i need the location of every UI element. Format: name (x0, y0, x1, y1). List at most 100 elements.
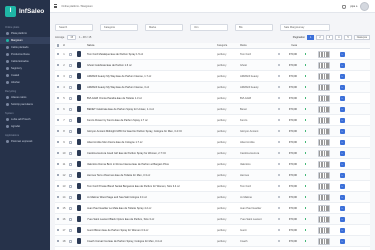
sidebar-item[interactable]: Productos Rana (0, 51, 50, 58)
product-name[interactable]: Tom Ford Private Blend Santal Bergamot E… (85, 185, 217, 188)
favorite-icon[interactable] (68, 129, 72, 133)
table-row[interactable]: 18 Coach Corsair Ice Eau de Parfum Spray,… (55, 236, 370, 247)
table-row[interactable]: 16 Yves Saint Laurent Black Opium Eau de … (55, 214, 370, 225)
favorite-icon[interactable] (68, 140, 72, 144)
row-checkbox[interactable] (56, 239, 60, 243)
product-name[interactable]: BVLGARI Omnia Paraiba Eau de Toilette 1.… (85, 97, 217, 100)
table-row[interactable]: 8 Gloryon Ancient Midnight M/W For Eau De… (55, 126, 370, 137)
sidebar-item[interactable]: Segintory (0, 65, 50, 72)
favorite-icon[interactable] (68, 52, 72, 56)
status-toggle[interactable] (277, 63, 281, 67)
table-row[interactable]: 2 Ghost Celebrate Eau de Parfum 1.6 oz per… (55, 60, 370, 71)
status-toggle[interactable] (277, 74, 281, 78)
status-toggle[interactable] (277, 228, 281, 232)
price-from-field[interactable]: Von (190, 24, 228, 31)
row-checkbox[interactable] (56, 173, 60, 177)
product-name[interactable]: Carolina Herrera Good Girl Eau de Parfum… (85, 152, 217, 155)
status-toggle[interactable] (277, 52, 281, 56)
table-row[interactable]: 15 Jean Paul Gaultier Le Male Eau de Toil… (55, 203, 370, 214)
row-checkbox[interactable] (56, 52, 60, 56)
edit-icon[interactable]: › (339, 62, 345, 68)
sidebar-item[interactable]: Postman expressit (0, 138, 50, 145)
row-checkbox[interactable] (56, 217, 60, 221)
product-name[interactable]: Abercrombie Men Fierce Eau de Cologne 1.… (85, 141, 217, 144)
table-row[interactable]: 12 Hermes Terre d'Hermes Eau de Toilette … (55, 170, 370, 181)
favorite-icon[interactable] (68, 96, 72, 100)
edit-icon[interactable]: › (339, 194, 345, 200)
status-toggle[interactable] (277, 162, 281, 166)
header-category[interactable]: Kategoria (217, 44, 240, 47)
product-name[interactable]: Valentino Donna Born in Roma Intense Eau… (85, 163, 217, 166)
header-name[interactable]: Nazwa (85, 44, 217, 47)
favorite-icon[interactable] (68, 118, 72, 122)
page-button[interactable]: 2 (316, 34, 324, 40)
row-checkbox[interactable] (56, 85, 60, 89)
table-row[interactable]: 5 BVLGARI Omnia Paraiba Eau de Toilette 1… (55, 93, 370, 104)
edit-icon[interactable]: › (339, 84, 345, 90)
row-checkbox[interactable] (56, 206, 60, 210)
favorite-icon[interactable] (68, 151, 72, 155)
sidebar-item[interactable]: Solotrip pacculams (0, 101, 50, 108)
row-checkbox[interactable] (56, 118, 60, 122)
product-name[interactable]: Gloryon Ancient Midnight M/W For Eau De … (85, 130, 217, 133)
table-row[interactable]: 17 Gucci Bloom Eau de Parfum Spray for Wo… (55, 225, 370, 236)
row-checkbox[interactable] (56, 63, 60, 67)
row-checkbox[interactable] (56, 162, 60, 166)
table-row[interactable]: 1 Tom Ford Metalique Eau de Parfum Spray … (55, 49, 370, 60)
edit-icon[interactable]: › (339, 51, 345, 57)
product-name[interactable]: Jo Malone Wood Sage and Sea Salt Cologne… (85, 196, 217, 199)
next-page-button[interactable]: Nastepna (353, 34, 370, 40)
header-price[interactable]: Cena (283, 44, 299, 47)
search-input[interactable]: Search (55, 24, 93, 31)
table-row[interactable]: 6 BENET Celebrate Eau de Parfum Spray for… (55, 104, 370, 115)
favorite-icon[interactable] (68, 206, 72, 210)
status-toggle[interactable] (277, 118, 281, 122)
price-to-field[interactable]: Bis (235, 24, 273, 31)
product-name[interactable]: Coach Corsair Ice Eau de Parfum Spray, C… (85, 240, 217, 243)
edit-icon[interactable]: › (339, 106, 345, 112)
sidebar-item[interactable]: Aborlan (0, 79, 50, 86)
status-filter[interactable]: Sale Margotumay (280, 24, 330, 31)
edit-icon[interactable]: › (339, 128, 345, 134)
favorite-icon[interactable] (68, 107, 72, 111)
product-name[interactable]: ARMANI beauty My Way Eau de Parfum Inten… (85, 86, 217, 89)
avatar[interactable] (360, 2, 369, 11)
row-checkbox[interactable] (56, 195, 60, 199)
favorite-icon[interactable] (68, 173, 72, 177)
row-checkbox[interactable] (56, 107, 60, 111)
per-page-select[interactable]: 15 (67, 34, 77, 40)
status-toggle[interactable] (277, 85, 281, 89)
product-name[interactable]: ARMANI beauty My Way Eau de Parfum Inten… (85, 75, 217, 78)
favorite-icon[interactable] (68, 74, 72, 78)
favorite-icon[interactable] (68, 228, 72, 232)
sidebar-item[interactable]: Lubie adi Prooch (0, 116, 50, 123)
table-row[interactable]: 10 Carolina Herrera Good Girl Eau de Parf… (55, 148, 370, 159)
table-row[interactable]: 14 Jo Malone Wood Sage and Sea Salt Colog… (55, 192, 370, 203)
product-name[interactable]: BENET Celebrate Eau de Parfum Spray for … (85, 108, 217, 111)
row-checkbox[interactable] (56, 96, 60, 100)
row-checkbox[interactable] (56, 184, 60, 188)
edit-icon[interactable]: › (339, 95, 345, 101)
sidebar-item[interactable]: Agrodet (0, 123, 50, 130)
favorite-icon[interactable] (68, 184, 72, 188)
row-checkbox[interactable] (56, 151, 60, 155)
table-row[interactable]: 13 Tom Ford Private Blend Santal Bergamot… (55, 181, 370, 192)
favorite-icon[interactable] (68, 217, 72, 221)
page-button[interactable]: 4 (335, 34, 343, 40)
sidebar-item[interactable]: Plata platform (0, 30, 50, 37)
product-name[interactable]: Tom Ford Metalique Eau de Parfum Spray 1… (85, 53, 217, 56)
edit-icon[interactable]: › (339, 238, 345, 244)
row-checkbox[interactable] (56, 74, 60, 78)
favorite-icon[interactable] (68, 195, 72, 199)
status-toggle[interactable] (277, 107, 281, 111)
page-button[interactable]: 5 (344, 34, 352, 40)
status-toggle[interactable] (277, 184, 281, 188)
menu-icon[interactable] (54, 4, 58, 8)
product-name[interactable]: Ghost Celebrate Eau de Parfum 1.6 oz (85, 64, 217, 67)
edit-icon[interactable]: › (339, 227, 345, 233)
edit-icon[interactable]: › (339, 161, 345, 167)
status-toggle[interactable] (277, 140, 281, 144)
row-checkbox[interactable] (56, 129, 60, 133)
page-button[interactable]: 3 (325, 34, 334, 40)
favorite-icon[interactable] (68, 239, 72, 243)
